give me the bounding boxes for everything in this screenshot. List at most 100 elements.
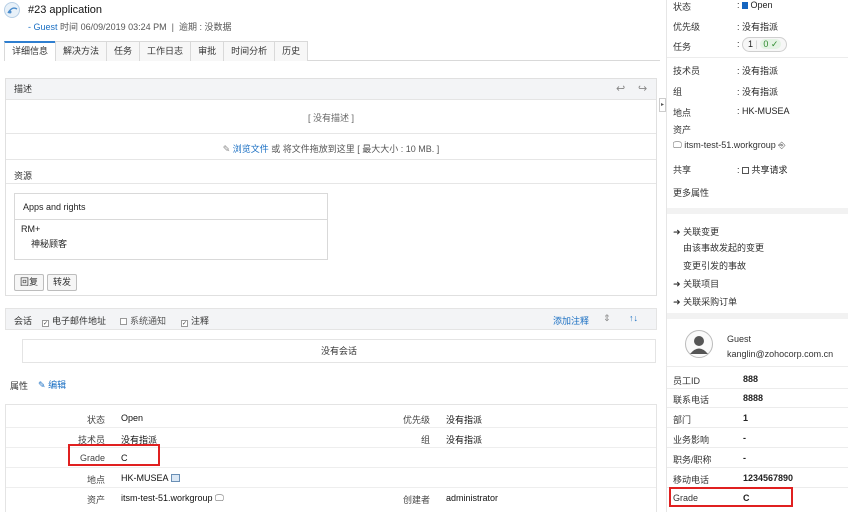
divider xyxy=(6,183,656,184)
description-title: 描述 xyxy=(14,84,33,94)
resource-item: RM+ xyxy=(21,224,41,234)
request-type-icon xyxy=(4,2,20,18)
field-label: 部门 xyxy=(673,415,692,425)
request-title: #23 application xyxy=(28,4,103,16)
divider xyxy=(667,366,848,367)
tab-approvals[interactable]: 审批 xyxy=(190,41,225,61)
system-filter[interactable]: 系统通知 xyxy=(120,314,166,327)
prop-label: 组 xyxy=(420,435,430,445)
field-value: 8888 xyxy=(743,393,764,403)
highlight-box xyxy=(669,487,793,507)
arrow-icon: ➜ xyxy=(673,297,681,307)
field-value: 1234567890 xyxy=(743,473,794,483)
more-properties-link[interactable]: 更多属性 xyxy=(673,186,709,199)
link-associate-change[interactable]: ➜ 关联变更 xyxy=(673,225,719,238)
tab-tasks[interactable]: 任务 xyxy=(106,41,141,61)
technician-value: : 没有指派 xyxy=(737,66,779,76)
request-meta: - Guest 时间 06/09/2019 03:24 PM | 逾期 : 没数… xyxy=(28,20,232,33)
requester-link[interactable]: - Guest xyxy=(28,22,58,32)
notes-filter[interactable]: ✓ 注释 xyxy=(181,314,209,327)
browse-files-link[interactable]: 浏览文件 xyxy=(233,144,269,154)
system-checkbox[interactable] xyxy=(120,318,127,325)
link-label: 关联采购订单 xyxy=(683,297,738,307)
tab-details[interactable]: 详细信息 xyxy=(4,41,57,61)
share-icon xyxy=(742,167,750,174)
link-associate-po[interactable]: ➜ 关联采购订单 xyxy=(673,295,737,308)
resource-box-title: Apps and rights xyxy=(15,194,327,220)
tab-resolution[interactable]: 解决方法 xyxy=(55,41,108,61)
link-incident-from-change[interactable]: 变更引发的事故 xyxy=(683,259,746,272)
detail-tabs: 详细信息 解决方法 任务 工作日志 审批 时间分析 历史 xyxy=(4,41,660,61)
description-header: 描述 ↩ ↪ xyxy=(6,79,656,100)
conversation-label: 会话 xyxy=(14,316,33,326)
description-empty: [ 没有描述 ] xyxy=(307,113,354,123)
tab-time-analysis[interactable]: 时间分析 xyxy=(223,41,276,61)
prop-label: 状态 xyxy=(86,415,105,425)
asset-value[interactable]: itsm-test-51.workgroup xyxy=(684,140,776,150)
email-filter[interactable]: ✓ 电子邮件地址 xyxy=(42,314,106,327)
edit-icon: ✎ xyxy=(38,380,46,390)
share-value[interactable]: : 共享请求 xyxy=(737,163,788,176)
divider xyxy=(667,447,848,448)
link-associate-project[interactable]: ➜ 关联项目 xyxy=(673,277,719,290)
tab-worklog[interactable]: 工作日志 xyxy=(139,41,192,61)
highlight-box xyxy=(68,444,160,466)
computer-icon[interactable]: 🖵 xyxy=(215,493,224,503)
edit-properties[interactable]: ✎ 编辑 xyxy=(38,378,66,391)
edit-link[interactable]: 编辑 xyxy=(48,380,66,390)
group-value: : 没有指派 xyxy=(737,87,779,97)
forward-arrow-icon[interactable]: ↪ xyxy=(638,79,647,100)
notes-checkbox[interactable]: ✓ xyxy=(181,320,188,327)
divider xyxy=(667,427,848,428)
task-done-count: 0 xyxy=(763,39,769,49)
field-value: 1 xyxy=(743,413,749,423)
status-color-swatch xyxy=(742,2,749,9)
forward-button[interactable]: 转发 xyxy=(47,274,78,291)
field-label: 员工ID xyxy=(673,376,701,386)
prop-value: itsm-test-51.workgroup 🖵 xyxy=(121,493,224,504)
properties-title: 属性 xyxy=(10,381,29,391)
remote-icon[interactable]: ⎆ xyxy=(778,140,785,150)
prop-label: 地点 xyxy=(86,475,105,485)
row-divider xyxy=(6,487,656,488)
description-panel: 描述 ↩ ↪ [ 没有描述 ] ✎ 浏览文件 或 将文件拖放到这里 [ 最大大小… xyxy=(5,78,657,296)
collapse-sidebar-handle[interactable]: ▸ xyxy=(659,98,666,112)
tab-history[interactable]: 历史 xyxy=(274,41,309,61)
sort-icon[interactable]: ⇕ xyxy=(603,313,611,324)
computer-icon: 🖵 xyxy=(673,140,682,150)
order-icon[interactable]: ↑↓ xyxy=(629,313,638,323)
reply-button[interactable]: 回复 xyxy=(14,274,45,291)
technician-label: 技术员 xyxy=(673,66,701,76)
conversation-empty: 没有会话 xyxy=(22,339,656,363)
divider xyxy=(667,57,848,58)
request-details-pane: #23 application - Guest 时间 06/09/2019 03… xyxy=(0,0,662,512)
share-text: 共享请求 xyxy=(751,165,788,175)
avatar xyxy=(685,330,713,358)
add-note-link[interactable]: 添加注释 xyxy=(553,314,589,327)
prop-value: Open xyxy=(121,413,144,423)
prop-value: administrator xyxy=(446,493,499,503)
section-divider xyxy=(667,208,848,214)
prop-value: 没有指派 xyxy=(446,415,483,425)
asset-entry: 🖵 itsm-test-51.workgroup ⎆ xyxy=(673,140,785,151)
paperclip-icon: ✎ xyxy=(222,144,231,154)
task-badge[interactable]: : 1 | 0 ✓ xyxy=(737,37,788,52)
field-label: 移动电话 xyxy=(673,475,710,485)
link-change-from-incident[interactable]: 由该事故发起的变更 xyxy=(683,241,764,254)
request-summary-sidebar: 状态 : Open 优先级 : 没有指派 任务 : 1 | 0 ✓ 技术员 : … xyxy=(666,0,848,512)
reply-arrow-icon[interactable]: ↩ xyxy=(616,79,625,100)
status-label: 状态 xyxy=(673,2,692,12)
field-value: - xyxy=(743,453,746,463)
status-value: : Open xyxy=(737,0,773,10)
field-value: - xyxy=(743,433,746,443)
link-label: 关联变更 xyxy=(683,227,720,237)
resources-title: 资源 xyxy=(14,171,33,181)
field-label: 职务/职称 xyxy=(673,455,712,465)
resource-subitem: 神秘顾客 xyxy=(31,239,68,249)
email-checkbox[interactable]: ✓ xyxy=(42,320,49,327)
time-label: 时间 xyxy=(60,22,79,32)
field-label: 联系电话 xyxy=(673,395,710,405)
map-icon[interactable] xyxy=(170,474,180,482)
time-value: 06/09/2019 03:24 PM xyxy=(80,22,167,32)
prop-label: 创建者 xyxy=(402,495,430,505)
